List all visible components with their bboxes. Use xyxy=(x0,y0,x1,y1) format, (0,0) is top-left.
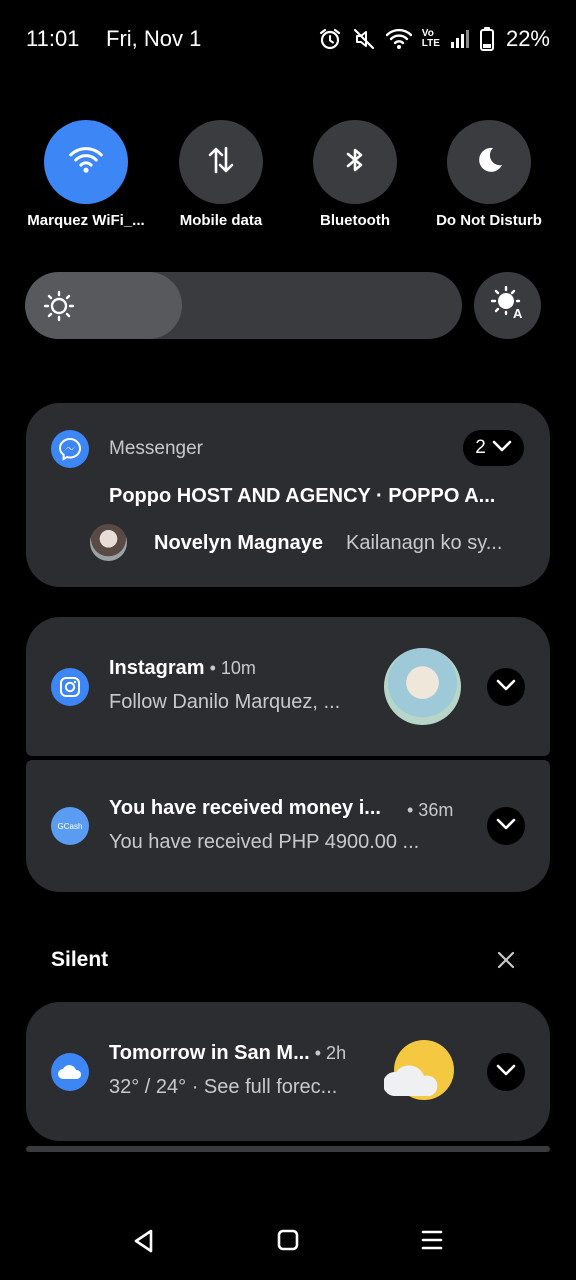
battery-percent: 22% xyxy=(505,26,550,51)
instagram-title: Instagram xyxy=(109,657,205,679)
wifi-icon xyxy=(69,146,103,179)
chevron-down-icon xyxy=(496,1063,516,1082)
mute-icon xyxy=(352,27,376,51)
brightness-slider[interactable] xyxy=(25,272,462,339)
partly-cloudy-icon xyxy=(382,1038,456,1106)
status-bar: 11:01 Fri, Nov 1 Vo LTE 22% xyxy=(0,0,576,80)
navigation-bar xyxy=(0,1200,576,1280)
instagram-expand-button[interactable] xyxy=(487,668,525,706)
qs-wifi[interactable]: Marquez WiFi_... xyxy=(16,120,156,229)
gcash-time: • 36m xyxy=(407,800,454,820)
volte-icon: Vo LTE xyxy=(421,28,440,49)
weather-title-row: Tomorrow in San M... • 2h xyxy=(109,1042,346,1065)
gcash-title: You have received money i... xyxy=(109,797,381,819)
alarm-icon xyxy=(318,27,342,51)
home-icon[interactable] xyxy=(277,1228,299,1257)
notification-instagram[interactable]: Instagram • 10m Follow Danilo Marquez, .… xyxy=(26,617,550,756)
messenger-count: 2 xyxy=(475,437,486,458)
auto-brightness-button[interactable]: A xyxy=(474,272,541,339)
battery-icon xyxy=(479,27,494,51)
messenger-app-name: Messenger xyxy=(109,438,203,459)
wifi-icon xyxy=(385,28,412,50)
silent-section-header: Silent xyxy=(51,948,109,971)
chevron-down-icon xyxy=(496,817,516,836)
qs-wifi-button[interactable] xyxy=(44,120,128,204)
weather-expand-button[interactable] xyxy=(487,1053,525,1091)
gcash-text: You have received PHP 4900.00 ... xyxy=(109,831,420,853)
chevron-down-icon xyxy=(496,678,516,697)
instagram-icon xyxy=(51,668,89,706)
notification-gcash[interactable]: GCash You have received money i... • 36m… xyxy=(26,760,550,892)
close-icon[interactable] xyxy=(494,948,518,977)
qs-bluetooth-label: Bluetooth xyxy=(320,212,390,229)
auto-brightness-icon: A xyxy=(490,285,525,325)
qs-dnd-label: Do Not Disturb xyxy=(436,212,542,229)
qs-mobile-data[interactable]: Mobile data xyxy=(151,120,291,229)
mobile-data-icon xyxy=(207,145,235,180)
qs-dnd-button[interactable] xyxy=(447,120,531,204)
instagram-title-row: Instagram • 10m xyxy=(109,657,256,680)
notification-weather[interactable]: Tomorrow in San M... • 2h 32° / 24° · Se… xyxy=(26,1002,550,1141)
chevron-down-icon xyxy=(492,437,512,459)
weather-time: • 2h xyxy=(309,1043,347,1063)
instagram-text: Follow Danilo Marquez, ... xyxy=(109,691,341,713)
instagram-profile-image xyxy=(384,648,461,725)
moon-icon xyxy=(474,145,504,180)
status-icons: Vo LTE 22% xyxy=(318,26,550,52)
date: Fri, Nov 1 xyxy=(106,26,202,51)
qs-bluetooth-button[interactable] xyxy=(313,120,397,204)
bluetooth-icon xyxy=(343,145,367,180)
svg-text:A: A xyxy=(513,306,523,320)
messenger-sender: Novelyn Magnaye xyxy=(154,532,323,554)
avatar xyxy=(90,524,127,561)
clock: 11:01 xyxy=(26,26,80,51)
qs-dnd[interactable]: Do Not Disturb xyxy=(419,120,559,229)
sun-icon xyxy=(43,290,75,327)
messenger-icon xyxy=(51,430,89,468)
notification-messenger[interactable]: Messenger 2 Poppo HOST AND AGENCY · POPP… xyxy=(26,403,550,587)
weather-text: 32° / 24° · See full forec... xyxy=(109,1076,338,1098)
qs-mobile-data-label: Mobile data xyxy=(179,212,263,229)
notification-peek xyxy=(26,1146,550,1152)
qs-mobile-data-button[interactable] xyxy=(179,120,263,204)
qs-bluetooth[interactable]: Bluetooth xyxy=(285,120,425,229)
instagram-time: • 10m xyxy=(204,658,256,678)
qs-wifi-label: Marquez WiFi_... xyxy=(27,212,145,229)
weather-title: Tomorrow in San M... xyxy=(109,1042,310,1064)
gcash-expand-button[interactable] xyxy=(487,807,525,845)
signal-icon xyxy=(450,29,470,49)
gcash-icon: GCash xyxy=(51,807,89,845)
back-icon[interactable] xyxy=(132,1228,154,1259)
cloud-icon xyxy=(51,1053,89,1091)
messenger-expand-button[interactable]: 2 xyxy=(463,430,524,466)
messenger-conversation-title: Poppo HOST AND AGENCY · POPPO A... xyxy=(109,485,496,507)
recents-icon[interactable] xyxy=(421,1228,443,1257)
messenger-message: Kailanagn ko sy... xyxy=(346,532,503,554)
quick-settings: Marquez WiFi_... Mobile data Bluetooth D… xyxy=(0,120,576,240)
